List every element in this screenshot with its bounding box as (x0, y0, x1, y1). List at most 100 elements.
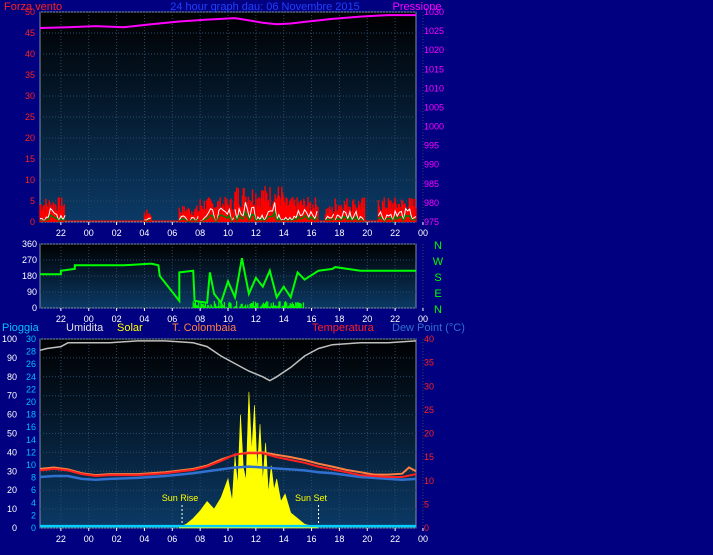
wind-y-tick-label: 10 (25, 175, 35, 185)
humidity-y-tick-label: 0 (12, 523, 17, 533)
rain-y-tick-label: 8 (31, 473, 36, 483)
humidity-y-tick-label: 50 (7, 429, 17, 439)
temperature-y-tick-label: 0 (424, 523, 429, 533)
x-tick-label: 18 (334, 534, 344, 544)
x-tick-label: 18 (334, 228, 344, 238)
temperature-axis-title: Temperatura (312, 322, 375, 334)
rain-axis-title: Pioggia (2, 322, 40, 334)
compass-label: S (434, 272, 441, 284)
x-tick-label: 22 (390, 534, 400, 544)
weather-dashboard-chart: 22 00 02 04 06 08 10 12 14 16 18 20 22 00051015202530… (2, 1, 465, 544)
x-tick-label: 06 (167, 534, 177, 544)
x-tick-label: 06 (167, 228, 177, 238)
direction-y-tick-label: 90 (27, 287, 37, 297)
x-tick-label: 04 (139, 534, 149, 544)
wind-y-tick-label: 35 (25, 70, 35, 80)
humidity-y-tick-label: 30 (7, 466, 17, 476)
temperature-y-tick-label: 10 (424, 476, 434, 486)
humidity-y-tick-label: 60 (7, 410, 17, 420)
compass-label: N (434, 304, 442, 316)
rain-y-tick-label: 16 (26, 422, 36, 432)
x-tick-label: 02 (112, 534, 122, 544)
rain-y-tick-label: 4 (31, 498, 36, 508)
x-tick-label: 00 (84, 534, 94, 544)
chart-title: 24 hour graph dau: 06 Novembre 2015 (170, 1, 360, 13)
rain-y-tick-label: 30 (26, 334, 36, 344)
x-tick-label: 12 (251, 228, 261, 238)
rain-y-tick-label: 0 (31, 523, 36, 533)
x-tick-label: 14 (279, 534, 289, 544)
temperature-y-tick-label: 25 (424, 405, 434, 415)
pressure-y-tick-label: 975 (424, 217, 439, 227)
pressure-y-tick-label: 1025 (424, 26, 444, 36)
wind-y-tick-label: 25 (25, 112, 35, 122)
x-tick-label: 22 (56, 228, 66, 238)
humidity-y-tick-label: 70 (7, 391, 17, 401)
solar-legend: Solar (117, 322, 143, 334)
humidity-y-tick-label: 100 (2, 334, 17, 344)
dew-point-legend: Dew Point (°C) (392, 322, 465, 334)
humidity-y-tick-label: 20 (7, 485, 17, 495)
x-tick-label: 16 (307, 534, 317, 544)
humidity-y-tick-label: 40 (7, 447, 17, 457)
x-tick-label: 22 (56, 534, 66, 544)
compass-label: N (434, 240, 442, 252)
x-tick-label: 02 (112, 228, 122, 238)
wind-y-tick-label: 45 (25, 28, 35, 38)
wind-y-tick-label: 20 (25, 133, 35, 143)
x-tick-label: 00 (84, 228, 94, 238)
wind-y-tick-label: 40 (25, 49, 35, 59)
humidity-y-tick-label: 80 (7, 372, 17, 382)
humidity-y-tick-label: 90 (7, 353, 17, 363)
direction-y-tick-label: 360 (22, 239, 37, 249)
rain-y-tick-label: 10 (26, 460, 36, 470)
sun-rise-label: Sun Rise (162, 493, 199, 503)
pressure-y-tick-label: 1010 (424, 83, 444, 93)
x-tick-label: 20 (362, 228, 372, 238)
pressure-y-tick-label: 1000 (424, 122, 444, 132)
temperature-y-tick-label: 35 (424, 358, 434, 368)
wind-y-tick-label: 0 (30, 217, 35, 227)
x-tick-label: 00 (418, 228, 428, 238)
x-tick-label: 10 (223, 534, 233, 544)
pressure-y-tick-label: 1020 (424, 45, 444, 55)
rain-y-tick-label: 20 (26, 397, 36, 407)
x-tick-label: 14 (279, 228, 289, 238)
pressure-y-tick-label: 995 (424, 141, 439, 151)
humidity-y-tick-label: 10 (7, 504, 17, 514)
wind-y-tick-label: 5 (30, 196, 35, 206)
x-tick-label: 22 (390, 228, 400, 238)
wind-y-tick-label: 30 (25, 91, 35, 101)
x-tick-label: 16 (307, 228, 317, 238)
rain-y-tick-label: 6 (31, 485, 36, 495)
pressure-y-tick-label: 985 (424, 179, 439, 189)
pressure-axis-title: Pressione (393, 1, 442, 13)
rain-y-tick-label: 18 (26, 410, 36, 420)
rain-y-tick-label: 24 (26, 372, 36, 382)
x-tick-label: 04 (139, 228, 149, 238)
t-colombaia-legend: T. Colombaia (172, 322, 237, 334)
pressure-y-tick-label: 980 (424, 198, 439, 208)
temperature-y-tick-label: 40 (424, 334, 434, 344)
rain-y-tick-label: 26 (26, 359, 36, 369)
direction-y-tick-label: 270 (22, 255, 37, 265)
x-tick-label: 20 (362, 534, 372, 544)
rain-y-tick-label: 22 (26, 384, 36, 394)
x-tick-label: 12 (251, 314, 261, 324)
x-tick-label: 08 (195, 534, 205, 544)
pressure-y-tick-label: 1015 (424, 64, 444, 74)
pressure-y-tick-label: 990 (424, 160, 439, 170)
temperature-y-tick-label: 20 (424, 429, 434, 439)
x-tick-label: 12 (251, 534, 261, 544)
temperature-y-tick-label: 5 (424, 499, 429, 509)
x-tick-label: 22 (56, 314, 66, 324)
rain-y-tick-label: 12 (26, 447, 36, 457)
compass-label: W (433, 256, 444, 268)
temperature-y-tick-label: 15 (424, 452, 434, 462)
direction-y-tick-label: 180 (22, 271, 37, 281)
rain-y-tick-label: 2 (31, 510, 36, 520)
x-tick-label: 00 (418, 534, 428, 544)
temperature-y-tick-label: 30 (424, 381, 434, 391)
wind-y-tick-label: 15 (25, 154, 35, 164)
pressure-y-tick-label: 1005 (424, 102, 444, 112)
